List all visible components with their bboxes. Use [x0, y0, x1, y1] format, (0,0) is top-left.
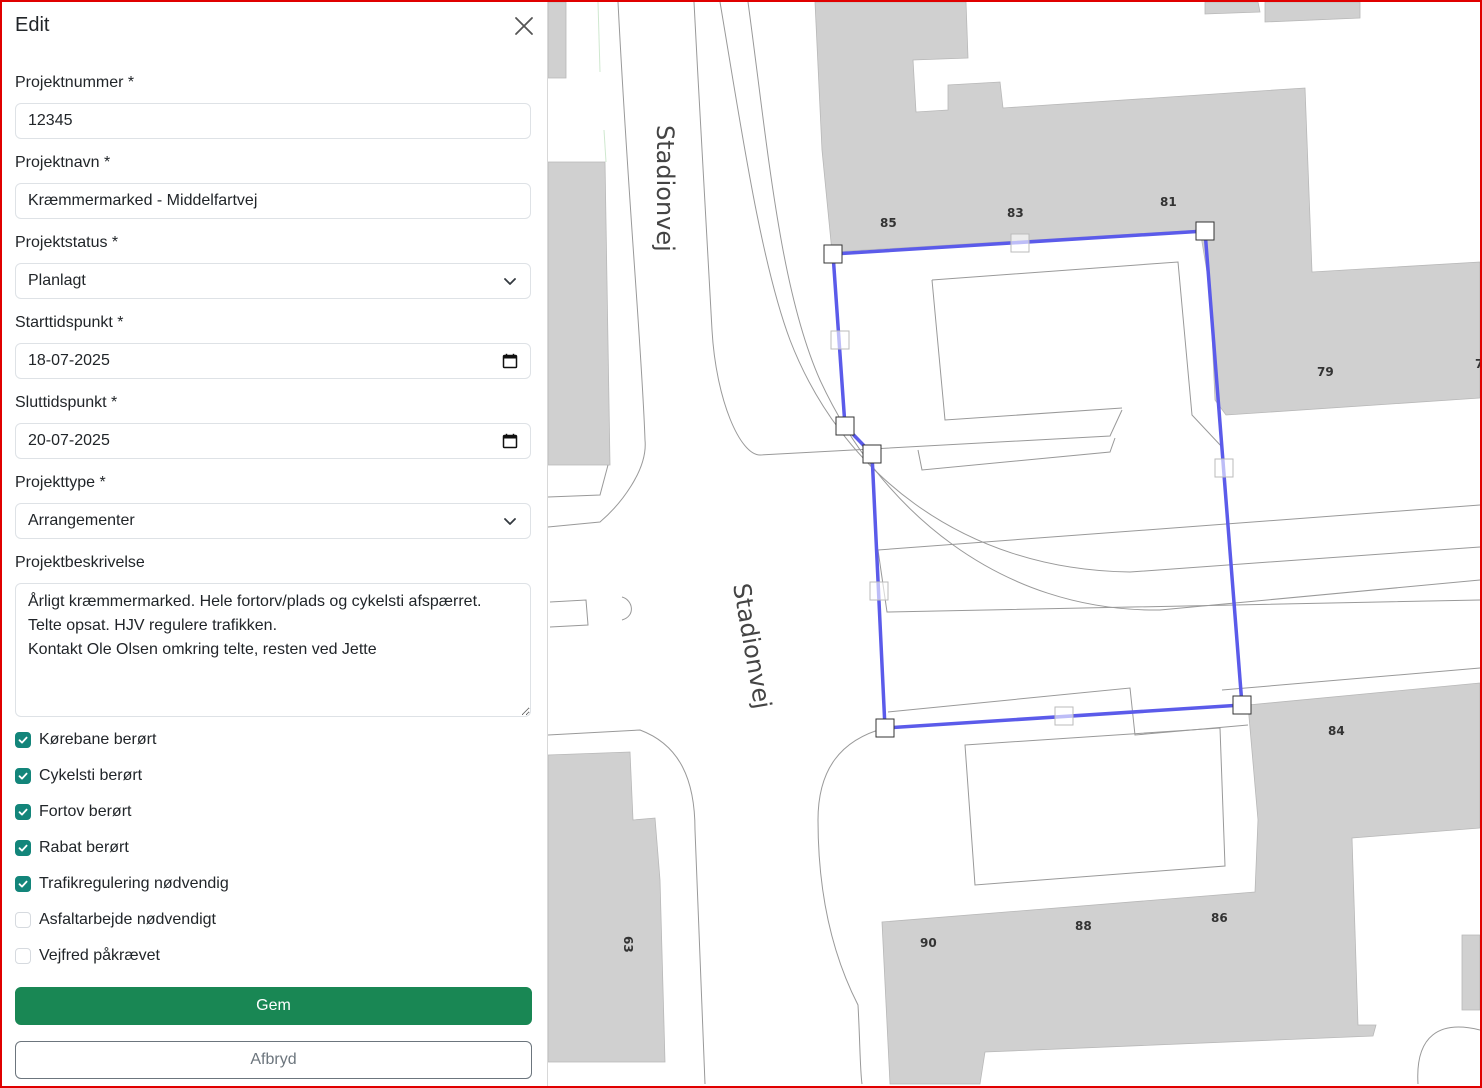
chevron-down-icon	[504, 278, 516, 285]
cancel-button[interactable]: Afbryd	[15, 1041, 532, 1079]
checkbox-label: Kørebane berørt	[39, 731, 157, 748]
house-number: 84	[1328, 724, 1345, 738]
chevron-down-icon	[504, 518, 516, 525]
house-number: 83	[1007, 206, 1024, 220]
calendar-icon[interactable]	[502, 353, 518, 369]
checkbox-label: Trafikregulering nødvendig	[39, 875, 229, 892]
checkbox-label: Asfaltarbejde nødvendigt	[39, 911, 216, 928]
checkbox-label: Fortov berørt	[39, 803, 132, 820]
map-view[interactable]: Stadionvej Stadionvej 85 83 81 79 84 88 …	[548, 2, 1480, 1086]
projektstatus-label: Projektstatus *	[15, 234, 119, 251]
sluttidspunkt-label: Sluttidspunkt *	[15, 394, 118, 411]
projektnavn-input[interactable]: Kræmmermarked - Middelfartvej	[15, 183, 531, 219]
projekttype-label: Projekttype *	[15, 474, 106, 491]
house-number: 85	[880, 216, 897, 230]
vertex-handle[interactable]	[1232, 695, 1252, 715]
projekttype-value: Arrangementer	[28, 512, 135, 529]
checkbox-checked-icon[interactable]	[15, 768, 31, 784]
checkbox-unchecked-icon[interactable]	[15, 948, 31, 964]
street-label: Stadionvej	[651, 125, 679, 252]
checkbox-checked-icon[interactable]	[15, 732, 31, 748]
checkbox-rabat[interactable]: Rabat berørt	[15, 838, 129, 858]
checkbox-unchecked-icon[interactable]	[15, 912, 31, 928]
vertex-handle[interactable]	[835, 416, 855, 436]
projektbeskrivelse-label: Projektbeskrivelse	[15, 554, 145, 571]
midpoint-handle[interactable]	[1214, 458, 1234, 478]
green-edges	[597, 2, 607, 163]
checkbox-label: Vejfred påkrævet	[39, 947, 160, 964]
house-number: 90	[920, 936, 937, 950]
checkbox-label: Cykelsti berørt	[39, 767, 143, 784]
house-number: 79	[1317, 365, 1334, 379]
vertex-handle[interactable]	[823, 244, 843, 264]
projektnummer-value: 12345	[28, 112, 73, 129]
projektstatus-value: Planlagt	[28, 272, 86, 289]
projektnummer-label: Projektnummer *	[15, 74, 135, 91]
house-number: 81	[1160, 195, 1177, 209]
house-number: 88	[1075, 919, 1092, 933]
edit-panel: Edit Projektnummer * 12345 Projektnavn *…	[2, 2, 548, 1086]
starttidspunkt-input[interactable]: 18-07-2025	[15, 343, 531, 379]
checkbox-checked-icon[interactable]	[15, 876, 31, 892]
project-area-polygon[interactable]	[831, 229, 1244, 730]
save-button[interactable]: Gem	[15, 987, 532, 1025]
projektstatus-select[interactable]: Planlagt	[15, 263, 531, 299]
checkbox-trafikregulering[interactable]: Trafikregulering nødvendig	[15, 874, 229, 894]
projektnavn-label: Projektnavn *	[15, 154, 111, 171]
midpoint-handle[interactable]	[830, 330, 850, 350]
checkbox-fortov[interactable]: Fortov berørt	[15, 802, 131, 822]
checkbox-korebane[interactable]: Kørebane berørt	[15, 730, 156, 750]
projektnavn-value: Kræmmermarked - Middelfartvej	[28, 192, 258, 209]
midpoint-handles[interactable]	[830, 233, 1234, 726]
checkbox-asfaltarbejde[interactable]: Asfaltarbejde nødvendigt	[15, 910, 216, 930]
street-label: Stadionvej	[727, 581, 777, 711]
house-number: 63	[621, 936, 635, 953]
close-button[interactable]	[512, 14, 536, 38]
vertex-handles[interactable]	[823, 221, 1252, 738]
starttidspunkt-label: Starttidspunkt *	[15, 314, 124, 331]
close-icon	[515, 17, 533, 35]
sluttidspunkt-input[interactable]: 20-07-2025	[15, 423, 531, 459]
checkbox-label: Rabat berørt	[39, 839, 129, 856]
house-number: 7	[1475, 357, 1480, 371]
vertex-handle[interactable]	[875, 718, 895, 738]
checkbox-checked-icon[interactable]	[15, 840, 31, 856]
map-canvas[interactable]: Stadionvej Stadionvej 85 83 81 79 84 88 …	[548, 2, 1480, 1086]
buildings	[548, 2, 1480, 1085]
starttidspunkt-value: 18-07-2025	[28, 352, 110, 369]
sluttidspunkt-value: 20-07-2025	[28, 432, 110, 449]
checkbox-checked-icon[interactable]	[15, 804, 31, 820]
vertex-handle[interactable]	[1195, 221, 1215, 241]
projektnummer-input[interactable]: 12345	[15, 103, 531, 139]
checkbox-cykelsti[interactable]: Cykelsti berørt	[15, 766, 142, 786]
projekttype-select[interactable]: Arrangementer	[15, 503, 531, 539]
projektbeskrivelse-textarea[interactable]: Årligt kræmmermarked. Hele fortorv/plads…	[15, 583, 531, 717]
house-number: 86	[1211, 911, 1228, 925]
panel-title: Edit	[15, 14, 50, 36]
calendar-icon[interactable]	[502, 433, 518, 449]
midpoint-handle[interactable]	[1010, 233, 1030, 253]
vertex-handle[interactable]	[862, 444, 882, 464]
midpoint-handle[interactable]	[869, 581, 889, 601]
midpoint-handle[interactable]	[1054, 706, 1074, 726]
checkbox-vejfred[interactable]: Vejfred påkrævet	[15, 946, 160, 966]
